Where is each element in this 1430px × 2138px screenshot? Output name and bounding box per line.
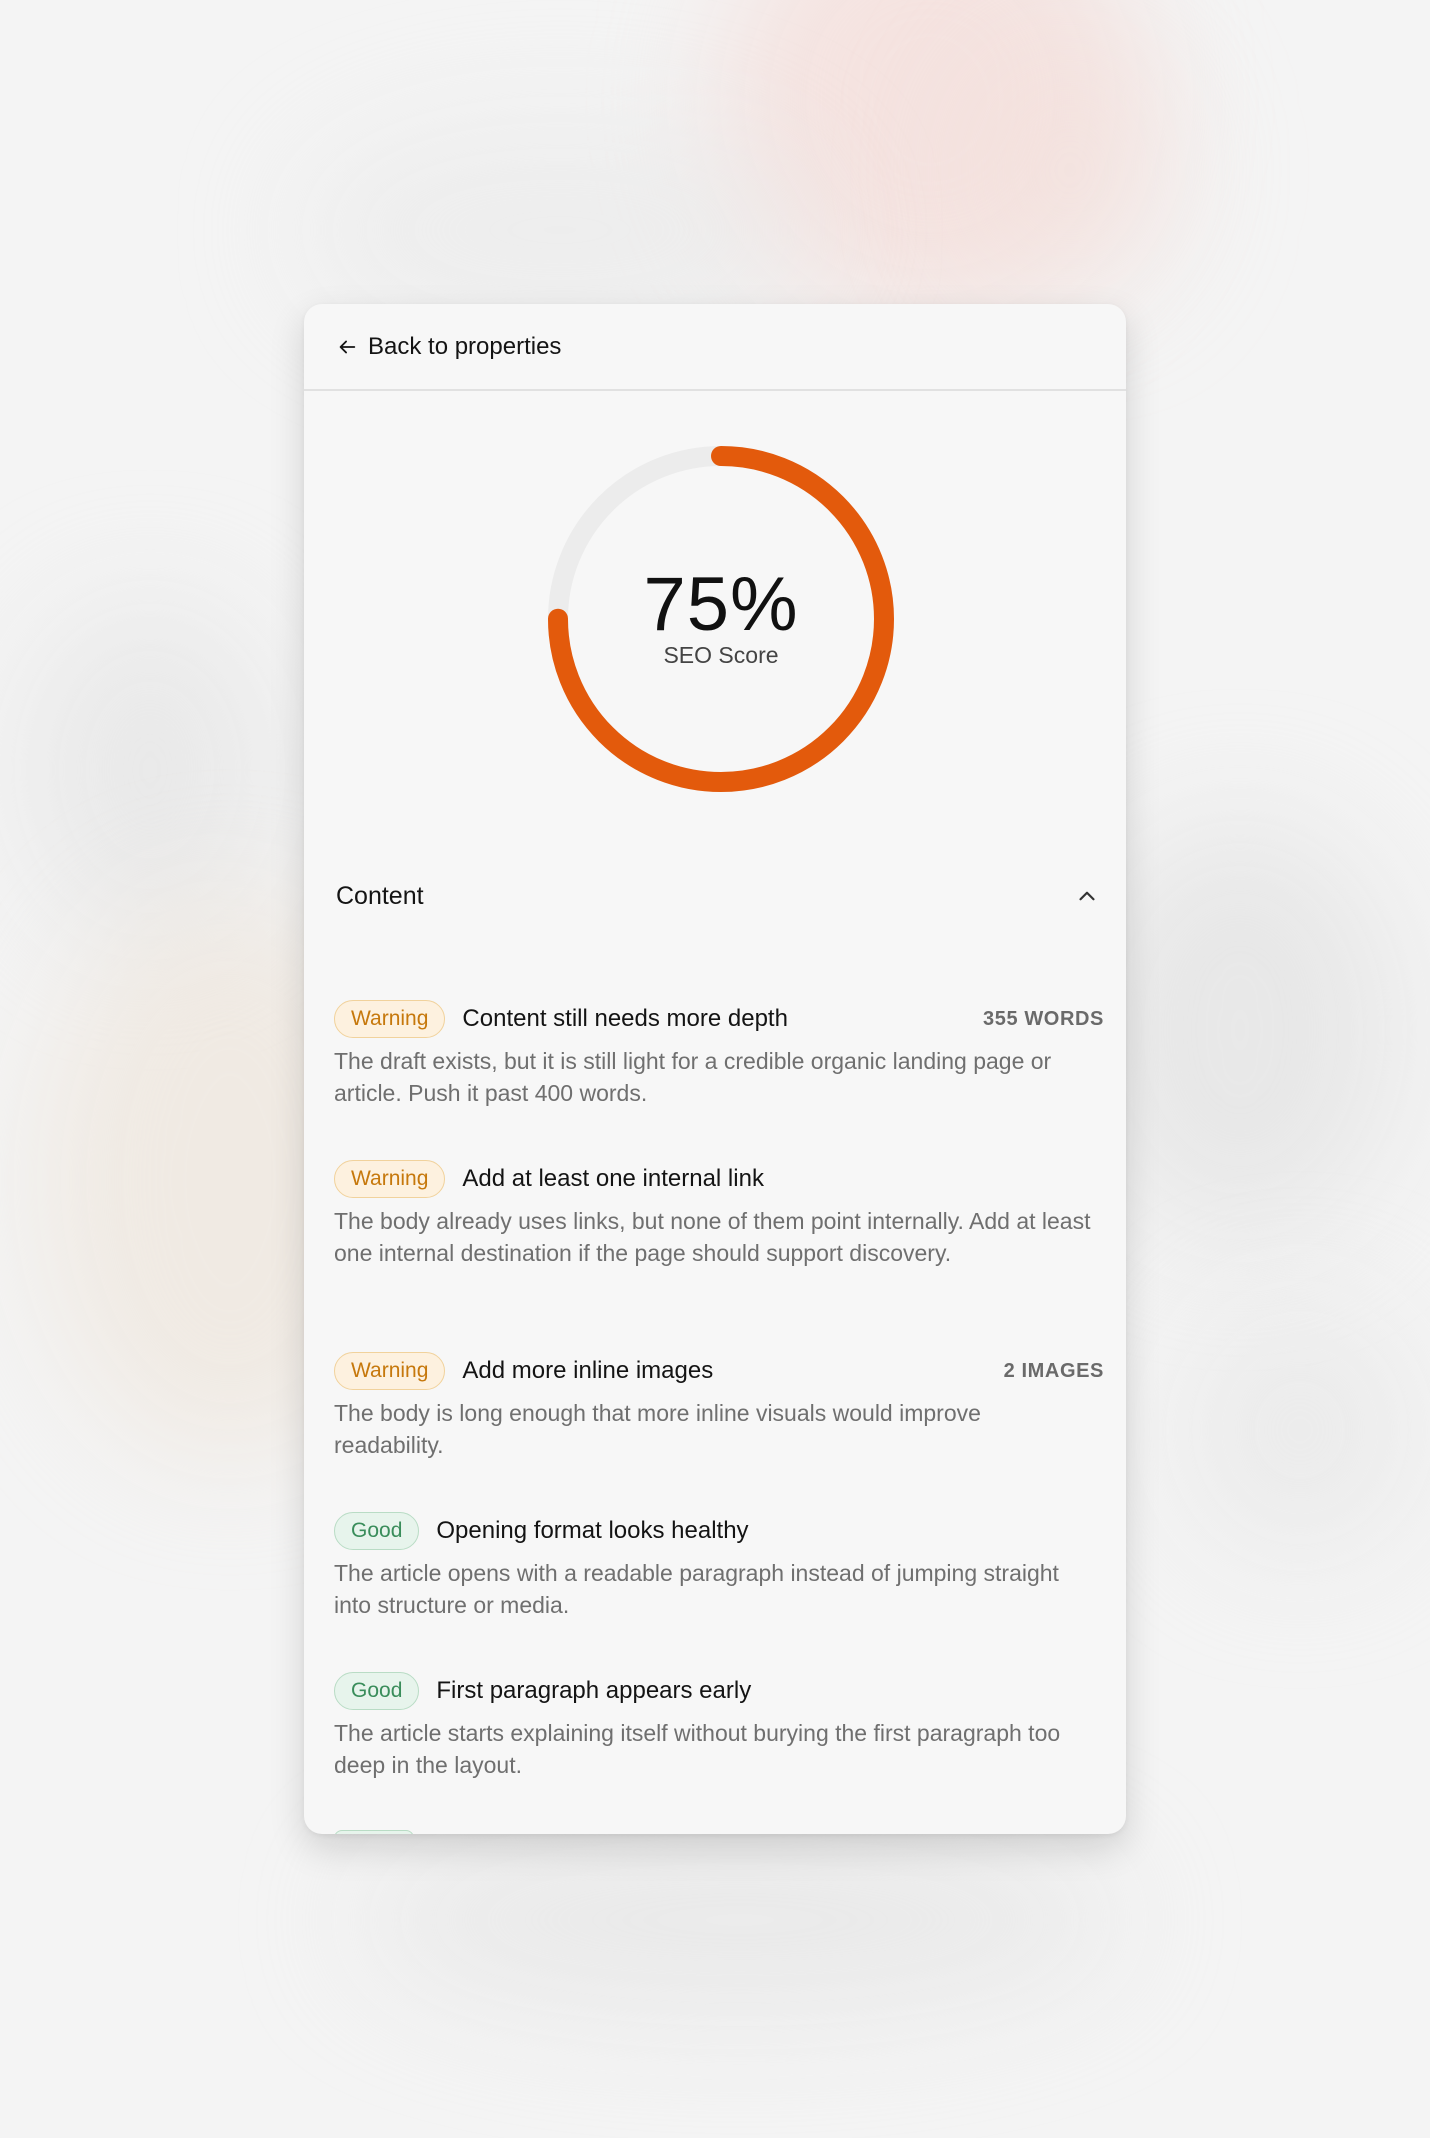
content-section-toggle[interactable]: Content (336, 874, 1100, 918)
status-badge: Good (334, 1672, 420, 1710)
check-item: Warning Add more inline images 2 IMAGES … (334, 1351, 1104, 1461)
check-title: Content still needs more depth (462, 1005, 788, 1032)
seo-score-gauge: 75% SEO Score (544, 442, 898, 796)
check-item: Good First paragraph appears early The a… (334, 1671, 1104, 1781)
background-blob (1080, 820, 1400, 1240)
check-description: The draft exists, but it is still light … (334, 1048, 1052, 1106)
seo-panel: Back to properties 75% SEO Score Content… (304, 304, 1126, 1834)
check-item: Good Opening format looks healthy The ar… (334, 1511, 1104, 1621)
panel-header: Back to properties (304, 304, 1126, 391)
check-title: Opening format looks healthy (436, 1517, 749, 1544)
check-meta: 355 WORDS (983, 1007, 1104, 1030)
check-meta: 2 IMAGES (1003, 1359, 1104, 1382)
check-description: The body is long enough that more inline… (334, 1400, 981, 1458)
check-description: The body already uses links, but none of… (334, 1208, 1091, 1266)
check-title: Add at least one internal link (462, 1165, 764, 1192)
status-badge: Good (334, 1512, 420, 1550)
check-description: The article starts explaining itself wit… (334, 1720, 1061, 1778)
background-blob (960, 40, 1180, 300)
back-to-properties-link[interactable]: Back to properties (336, 333, 561, 361)
seo-score-label: SEO Score (663, 642, 779, 668)
background-blob (360, 1820, 1120, 2020)
section-title: Content (336, 881, 424, 910)
check-item: Warning Content still needs more depth 3… (334, 999, 1104, 1109)
status-badge (334, 1830, 414, 1834)
check-title: First paragraph appears early (436, 1677, 752, 1704)
seo-score-value: 75% (643, 562, 799, 647)
status-badge: Warning (334, 1160, 446, 1198)
check-title: Add more inline images (462, 1357, 714, 1384)
status-badge: Warning (334, 1352, 446, 1390)
back-label: Back to properties (368, 332, 562, 360)
status-badge: Warning (334, 1000, 446, 1038)
arrow-left-icon (339, 340, 356, 353)
chevron-up-icon (1079, 891, 1095, 901)
background-blob (1180, 1300, 1420, 1560)
check-item: Warning Add at least one internal link T… (334, 1159, 1104, 1269)
background-blob (20, 600, 280, 940)
check-description: The article opens with a readable paragr… (334, 1560, 1059, 1618)
